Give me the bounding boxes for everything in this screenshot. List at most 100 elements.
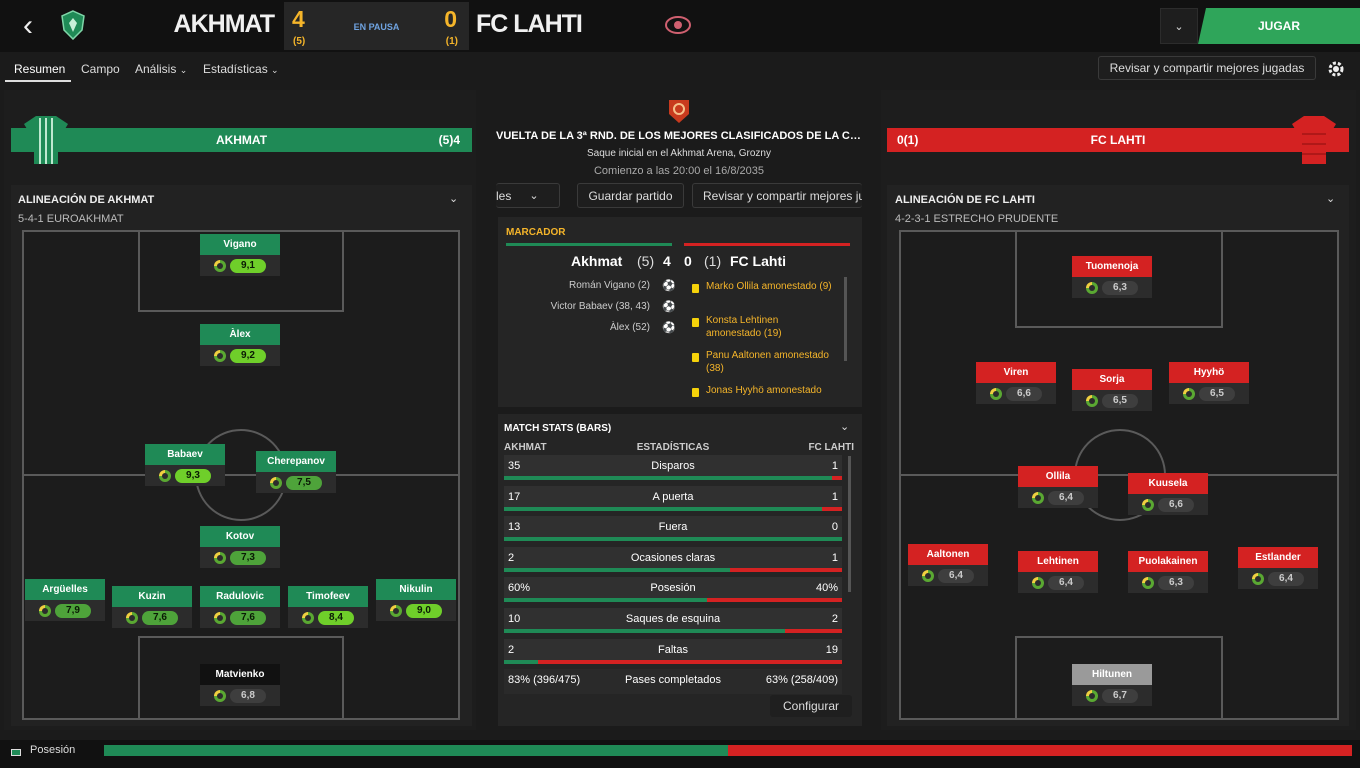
- competition-title: VUELTA DE LA 3ª RND. DE LOS MEJORES CLAS…: [496, 130, 862, 142]
- stat-bar: [504, 567, 842, 572]
- chevron-down-icon[interactable]: ⌄: [1326, 192, 1335, 205]
- stat-home-value: 10: [508, 613, 521, 625]
- away-player-card[interactable]: Sorja 6,5: [1072, 369, 1152, 413]
- player-name: Lehtinen: [1018, 551, 1098, 572]
- condition-icon: [990, 387, 1002, 400]
- home-player-card[interactable]: Radulovic 7,6: [200, 586, 280, 630]
- stats-scrollbar[interactable]: [848, 456, 851, 592]
- stat-bar-home-fill: [504, 629, 785, 633]
- away-player-card[interactable]: Viren 6,6: [976, 362, 1056, 406]
- away-player-card[interactable]: Kuusela 6,6: [1128, 473, 1208, 517]
- stat-away-value: 1: [831, 551, 838, 564]
- stat-home-value: 13: [508, 521, 521, 534]
- player-rating: 9,2: [230, 348, 266, 363]
- player-name: Kotov: [200, 526, 280, 547]
- stat-bar-home-fill: [504, 537, 842, 542]
- away-player-card[interactable]: Estlander 6,4: [1238, 547, 1318, 591]
- player-info: 6,5: [1169, 383, 1249, 404]
- home-pitch: [22, 230, 460, 720]
- chevron-down-icon[interactable]: ⌄: [840, 420, 849, 433]
- home-player-card[interactable]: Matvienko 6,8: [200, 664, 280, 708]
- possession-label: Posesión: [30, 744, 76, 756]
- home-player-card[interactable]: Vigano 9,1: [200, 234, 280, 278]
- review-share-button[interactable]: Revisar y compartir mejores jugadas: [1098, 56, 1316, 80]
- tab-analisis[interactable]: Análisis ⌄: [135, 62, 187, 76]
- away-player-card[interactable]: Tuomenoja 6,3: [1072, 256, 1152, 300]
- match-stats-title: MATCH STATS (BARS): [504, 423, 612, 434]
- player-info: 6,6: [976, 383, 1056, 404]
- stat-row: A puerta 17 1: [504, 485, 842, 511]
- partial-dropdown-button[interactable]: les ⌄: [496, 183, 560, 208]
- player-name: Matvienko: [200, 664, 280, 685]
- home-player-card[interactable]: Kuzin 7,6: [112, 586, 192, 630]
- gear-icon[interactable]: [1322, 56, 1350, 82]
- condition-icon: [1032, 576, 1044, 589]
- chevron-down-icon: ⌄: [271, 65, 279, 75]
- player-name: Àlex: [200, 324, 280, 345]
- card-event: Panu Aaltonen amonestado (38): [706, 350, 829, 374]
- player-name: Argüelles: [25, 579, 105, 600]
- player-name: Ollila: [1018, 466, 1098, 487]
- player-rating: 9,3: [175, 468, 211, 483]
- back-arrow-icon[interactable]: ‹: [14, 11, 42, 41]
- scoreboard-card: MARCADOR Akhmat (5) 4 0 (1) FC Lahti Rom…: [498, 217, 862, 407]
- home-formation: 5-4-1 EUROAKHMAT: [18, 213, 124, 225]
- player-info: 9,3: [145, 465, 225, 486]
- home-player-card[interactable]: Babaev 9,3: [145, 444, 225, 488]
- home-player-card[interactable]: Kotov 7,3: [200, 526, 280, 570]
- goal-event: Victor Babaev (38, 43): [550, 301, 650, 312]
- chevron-down-icon: ⌄: [179, 65, 188, 75]
- stat-home-value: 35: [508, 460, 521, 472]
- scorecard-away-name: FC Lahti: [730, 253, 786, 269]
- configure-button[interactable]: Configurar: [770, 695, 852, 717]
- match-stats-card: MATCH STATS (BARS) ⌄ AKHMAT ESTADÍSTICAS…: [498, 414, 862, 726]
- player-name: Tuomenoja: [1072, 256, 1152, 277]
- condition-icon: [1142, 576, 1154, 589]
- player-rating: 7,6: [142, 610, 178, 625]
- home-player-card[interactable]: Àlex 9,2: [200, 324, 280, 368]
- home-player-card[interactable]: Nikulin 9,0: [376, 579, 456, 623]
- away-player-card[interactable]: Aaltonen 6,4: [908, 544, 988, 588]
- tab-analisis-label: Análisis: [135, 62, 177, 76]
- player-rating: 8,4: [318, 610, 354, 625]
- stat-label: Posesión: [650, 582, 696, 595]
- away-player-card[interactable]: Lehtinen 6,4: [1018, 551, 1098, 595]
- home-player-card[interactable]: Cherepanov 7,5: [256, 451, 336, 495]
- away-player-card[interactable]: Hiltunen 6,7: [1072, 664, 1152, 708]
- tab-estadisticas[interactable]: Estadísticas ⌄: [203, 62, 279, 76]
- home-player-card[interactable]: Timofeev 8,4: [288, 586, 368, 630]
- chevron-down-icon[interactable]: ⌄: [449, 192, 458, 205]
- yellow-card-icon: [692, 318, 699, 327]
- stat-label: Fuera: [658, 521, 688, 534]
- possession-icon: [11, 749, 21, 756]
- tab-campo[interactable]: Campo: [81, 62, 120, 76]
- tab-resumen[interactable]: Resumen: [14, 62, 65, 76]
- stat-home-value: 2: [508, 643, 515, 656]
- player-rating: 7,5: [286, 475, 322, 490]
- stat-label: Ocasiones claras: [630, 551, 716, 564]
- scorecard-away-pens: (1): [704, 253, 722, 269]
- scoreboard-label: MARCADOR: [506, 227, 566, 238]
- events-scrollbar[interactable]: [844, 277, 847, 361]
- player-rating: 7,6: [230, 610, 266, 625]
- play-button[interactable]: JUGAR: [1198, 8, 1360, 44]
- stat-bar-home-fill: [504, 598, 707, 603]
- goal-event: Román Vigano (2): [569, 280, 650, 291]
- away-player-card[interactable]: Puolakainen 6,3: [1128, 551, 1208, 595]
- chevron-down-icon[interactable]: ⌄: [1160, 8, 1198, 44]
- player-rating: 6,4: [938, 568, 974, 583]
- review-share-center-button[interactable]: Revisar y compartir mejores ju: [692, 183, 862, 208]
- player-rating: 6,4: [1048, 490, 1084, 505]
- save-match-button[interactable]: Guardar partido: [577, 183, 684, 208]
- player-name: Viren: [976, 362, 1056, 383]
- condition-icon: [214, 689, 226, 702]
- away-player-card[interactable]: Hyyhö 6,5: [1169, 362, 1249, 406]
- scoreboard: 4 (5) EN PAUSA 0 (1): [284, 2, 469, 50]
- player-info: 6,4: [1018, 572, 1098, 593]
- home-player-card[interactable]: Argüelles 7,9: [25, 579, 105, 623]
- player-rating: 6,6: [1006, 386, 1042, 401]
- home-team-name: AKHMAT: [173, 10, 275, 38]
- player-rating: 6,8: [230, 688, 266, 703]
- away-player-card[interactable]: Ollila 6,4: [1018, 466, 1098, 510]
- player-info: 7,3: [200, 547, 280, 568]
